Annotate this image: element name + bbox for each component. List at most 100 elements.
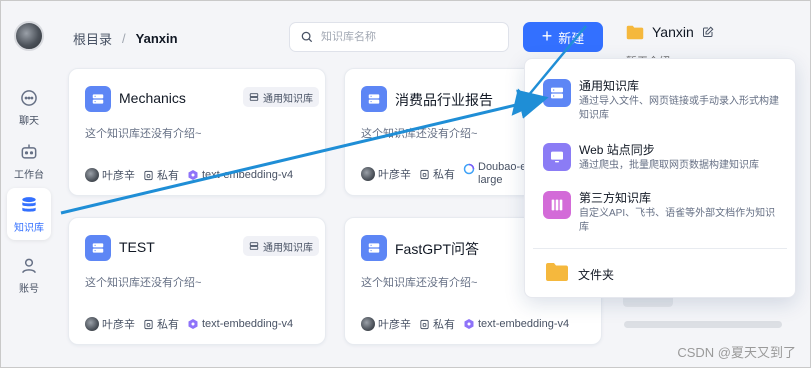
avatar bbox=[85, 317, 99, 331]
sidebar-item-label: 账号 bbox=[19, 283, 39, 295]
lock-icon bbox=[144, 319, 153, 329]
sidebar-item-label: 工作台 bbox=[14, 169, 44, 181]
books-icon bbox=[543, 191, 571, 219]
kb-card[interactable]: Mechanics 通用知识库 这个知识库还没有介绍~ 叶彦辛 私有 text-… bbox=[68, 68, 326, 196]
menu-item-general-kb[interactable]: 通用知识库 通过导入文件、网页链接或手动录入形式构建知识库 bbox=[531, 67, 789, 121]
breadcrumb-separator: / bbox=[122, 31, 126, 46]
model-name: text-embedding-v4 bbox=[478, 318, 570, 330]
kb-card-meta: 叶彦辛 私有 text-embedding-v4 bbox=[361, 316, 569, 332]
owner-name: 叶彦辛 bbox=[102, 319, 135, 331]
folder-icon bbox=[626, 25, 644, 39]
database-icon bbox=[361, 86, 387, 112]
plus-icon: + bbox=[541, 26, 553, 46]
search-icon bbox=[301, 31, 313, 43]
edit-icon[interactable] bbox=[702, 26, 714, 38]
avatar bbox=[361, 167, 375, 181]
model-name: text-embedding-v4 bbox=[202, 169, 294, 181]
lock-icon bbox=[144, 170, 153, 180]
avatar bbox=[361, 317, 375, 331]
kb-card-intro: 这个知识库还没有介绍~ bbox=[361, 128, 478, 140]
kb-card-meta: 叶彦辛 私有 text-embedding-v4 bbox=[85, 167, 293, 183]
visibility-label: 私有 bbox=[157, 319, 179, 331]
lock-icon bbox=[420, 319, 429, 329]
visibility: 私有 bbox=[419, 316, 455, 332]
user-icon bbox=[22, 258, 36, 273]
kb-card-title: TEST bbox=[119, 239, 155, 255]
new-button-label: 新建 bbox=[558, 30, 585, 46]
avatar bbox=[85, 168, 99, 182]
menu-item-third-party-kb[interactable]: 第三方知识库 自定义API、飞书、语雀等外部文档作为知识库 bbox=[531, 179, 789, 233]
chat-icon bbox=[21, 89, 37, 106]
embedding-model: text-embedding-v4 bbox=[187, 318, 293, 330]
app-frame: 聊天 工作台 知识库 账号 根目录 / Yanxin 知识库名称 + 新建 Ya… bbox=[0, 0, 811, 368]
database-icon bbox=[361, 235, 387, 261]
model-icon bbox=[188, 170, 198, 180]
menu-item-title: 第三方知识库 bbox=[579, 191, 652, 205]
monitor-icon bbox=[543, 143, 571, 171]
visibility-label: 私有 bbox=[433, 169, 455, 181]
kb-type-tag: 通用知识库 bbox=[243, 236, 319, 256]
database-icon bbox=[85, 86, 111, 112]
kb-card-meta: 叶彦辛 私有 Doubao-em large bbox=[361, 161, 535, 187]
kb-card-intro: 这个知识库还没有介绍~ bbox=[361, 277, 478, 289]
menu-item-desc: 通过爬虫，批量爬取网页数据构建知识库 bbox=[579, 160, 759, 171]
kb-card-title: FastGPT问答 bbox=[395, 241, 480, 257]
sidebar-item-label: 聊天 bbox=[19, 115, 39, 127]
model-icon bbox=[464, 319, 474, 329]
avatar[interactable] bbox=[14, 21, 44, 51]
owner-name: 叶彦辛 bbox=[378, 319, 411, 331]
owner: 叶彦辛 bbox=[85, 167, 135, 183]
breadcrumb: 根目录 / Yanxin bbox=[73, 29, 178, 48]
owner-name: 叶彦辛 bbox=[102, 170, 135, 182]
kb-card-title: 消费品行业报告 bbox=[395, 92, 493, 108]
database-icon bbox=[22, 196, 36, 212]
watermark: CSDN @夏天又到了 bbox=[677, 345, 796, 360]
kb-type-tag: 通用知识库 bbox=[243, 87, 319, 107]
breadcrumb-root[interactable]: 根目录 bbox=[73, 29, 112, 48]
visibility: 私有 bbox=[143, 316, 179, 332]
kb-card[interactable]: TEST 通用知识库 这个知识库还没有介绍~ 叶彦辛 私有 text-embed… bbox=[68, 217, 326, 345]
menu-item-folder[interactable]: 文件夹 bbox=[531, 255, 789, 291]
search-input[interactable] bbox=[321, 31, 491, 43]
folder-info-title: Yanxin bbox=[626, 24, 714, 40]
folder-name: Yanxin bbox=[652, 24, 694, 40]
breadcrumb-current: Yanxin bbox=[135, 31, 178, 46]
menu-item-desc: 通过导入文件、网页链接或手动录入形式构建知识库 bbox=[579, 96, 779, 121]
visibility: 私有 bbox=[419, 166, 455, 182]
menu-divider bbox=[533, 248, 787, 249]
embedding-model: text-embedding-v4 bbox=[463, 318, 569, 330]
menu-item-title: 文件夹 bbox=[578, 268, 615, 282]
sidebar-item-workbench[interactable]: 工作台 bbox=[7, 135, 51, 187]
new-dropdown-menu: 通用知识库 通过导入文件、网页链接或手动录入形式构建知识库 Web 站点同步 通… bbox=[524, 58, 796, 298]
sidebar-item-chat[interactable]: 聊天 bbox=[7, 81, 51, 133]
model-icon bbox=[463, 163, 475, 175]
lock-icon bbox=[420, 169, 429, 179]
model-icon bbox=[188, 319, 198, 329]
embedding-model: text-embedding-v4 bbox=[187, 169, 293, 181]
visibility-label: 私有 bbox=[157, 170, 179, 182]
sidebar: 聊天 工作台 知识库 账号 bbox=[1, 1, 57, 367]
database-icon bbox=[543, 79, 571, 107]
database-icon bbox=[249, 242, 259, 250]
right-panel-scrollbar[interactable] bbox=[624, 321, 782, 328]
menu-item-web-sync[interactable]: Web 站点同步 通过爬虫，批量爬取网页数据构建知识库 bbox=[531, 131, 789, 185]
owner: 叶彦辛 bbox=[85, 316, 135, 332]
kb-card-title: Mechanics bbox=[119, 90, 186, 106]
menu-item-desc: 自定义API、飞书、语雀等外部文档作为知识库 bbox=[579, 208, 776, 233]
kb-type-label: 通用知识库 bbox=[263, 242, 313, 254]
owner: 叶彦辛 bbox=[361, 316, 411, 332]
database-icon bbox=[249, 93, 259, 101]
visibility: 私有 bbox=[143, 167, 179, 183]
database-icon bbox=[85, 235, 111, 261]
menu-item-title: 通用知识库 bbox=[579, 79, 640, 93]
kb-card-intro: 这个知识库还没有介绍~ bbox=[85, 128, 202, 140]
search-box bbox=[289, 22, 509, 52]
model-name: text-embedding-v4 bbox=[202, 318, 294, 330]
new-button[interactable]: + 新建 bbox=[523, 22, 603, 52]
sidebar-item-knowledge-base[interactable]: 知识库 bbox=[7, 188, 51, 240]
folder-icon bbox=[546, 263, 568, 281]
kb-card-meta: 叶彦辛 私有 text-embedding-v4 bbox=[85, 316, 293, 332]
sidebar-item-account[interactable]: 账号 bbox=[7, 249, 51, 301]
sidebar-item-label: 知识库 bbox=[14, 222, 44, 234]
owner-name: 叶彦辛 bbox=[378, 169, 411, 181]
